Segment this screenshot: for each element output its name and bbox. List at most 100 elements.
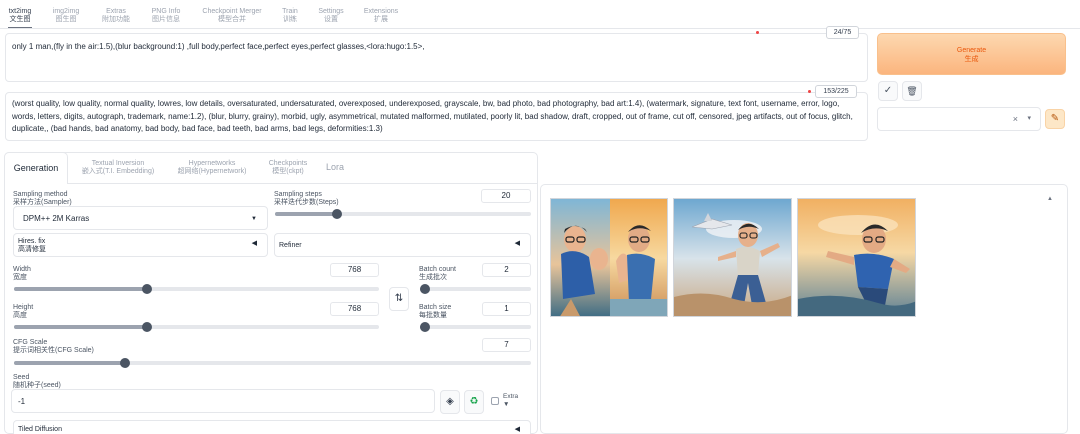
tab-checkpoint-merger[interactable]: Checkpoint Merger 模型合并 bbox=[201, 8, 263, 24]
negative-token-counter: 153/225 bbox=[815, 85, 857, 98]
tab-label: Settings bbox=[318, 8, 344, 15]
app-root: txt2img 文生图 img2img 图生图 Extras 附加功能 PNG … bbox=[0, 0, 1080, 434]
tab-label-zh: 超网络(Hypernetwork) bbox=[177, 168, 247, 175]
apply-style-button[interactable]: ✓ bbox=[878, 81, 898, 101]
tab-label-zh: 模型(ckpt) bbox=[272, 168, 304, 175]
clear-prompt-button[interactable]: 🗑 bbox=[902, 81, 922, 101]
slider-fill bbox=[14, 287, 147, 291]
label-zh: 提示词相关性(CFG Scale) bbox=[13, 346, 94, 354]
height-slider[interactable] bbox=[14, 322, 379, 332]
scroll-up-icon[interactable]: ▲ bbox=[1047, 196, 1053, 202]
width-input[interactable]: 768 bbox=[330, 263, 379, 277]
label-zh: 采样迭代步数(Steps) bbox=[274, 198, 339, 206]
tab-textual-inversion[interactable]: Textual Inversion 嵌入式(T.I. Embedding) bbox=[80, 160, 156, 176]
label-zh: 宽度 bbox=[13, 273, 27, 281]
sampling-steps-slider[interactable] bbox=[275, 209, 531, 219]
slider-handle[interactable] bbox=[142, 322, 152, 332]
tab-lora[interactable]: Lora bbox=[324, 162, 346, 172]
refiner-accordion[interactable]: Refiner ◀ bbox=[274, 233, 531, 257]
trash-icon: 🗑 bbox=[906, 86, 918, 96]
tab-txt2img[interactable]: txt2img 文生图 bbox=[8, 8, 32, 28]
tab-label: Checkpoint Merger bbox=[202, 8, 262, 15]
tiled-diffusion-label: Tiled Diffusion bbox=[18, 426, 62, 433]
image-grid-picture bbox=[551, 199, 667, 316]
height-input[interactable]: 768 bbox=[330, 302, 379, 316]
tab-label: Checkpoints bbox=[268, 160, 308, 167]
slider-handle[interactable] bbox=[420, 284, 430, 294]
hires-fix-accordion[interactable]: Hires. fix 高清修复 ◀ bbox=[13, 233, 268, 257]
tab-label: txt2img bbox=[8, 8, 32, 15]
label-en: CFG Scale bbox=[13, 339, 48, 346]
tab-label-zh: 训练 bbox=[283, 16, 297, 23]
width-label: Width 宽度 bbox=[13, 266, 31, 281]
tab-settings[interactable]: Settings 设置 bbox=[316, 8, 346, 24]
slider-handle[interactable] bbox=[332, 209, 342, 219]
pencil-icon: ✎ bbox=[1050, 113, 1060, 124]
gallery-image-grid[interactable] bbox=[550, 198, 668, 317]
prompt-token-counter: 24/75 bbox=[826, 26, 859, 39]
tab-label-zh: 文生图 bbox=[9, 16, 31, 23]
sampling-steps-input[interactable]: 20 bbox=[481, 189, 531, 203]
slider-fill bbox=[14, 361, 125, 365]
swap-dimensions-button[interactable]: ⇅ bbox=[389, 287, 409, 311]
width-slider[interactable] bbox=[14, 284, 379, 294]
slider-handle[interactable] bbox=[142, 284, 152, 294]
styles-dropdown[interactable]: × ▾ bbox=[877, 107, 1041, 131]
tab-train[interactable]: Train 训练 bbox=[280, 8, 300, 24]
batch-count-input[interactable]: 2 bbox=[482, 263, 531, 277]
tab-img2img[interactable]: img2img 图生图 bbox=[52, 8, 80, 24]
negative-prompt-marker bbox=[808, 90, 811, 93]
random-seed-button[interactable]: ◈ bbox=[440, 390, 460, 414]
cfg-scale-input[interactable]: 7 bbox=[482, 338, 531, 352]
tab-checkpoints[interactable]: Checkpoints 模型(ckpt) bbox=[266, 160, 310, 176]
seed-input[interactable]: -1 bbox=[11, 389, 435, 413]
batch-size-input[interactable]: 1 bbox=[482, 302, 531, 316]
label-en: Seed bbox=[13, 374, 30, 381]
sampling-method-select[interactable]: DPM++ 2M Karras ▼ bbox=[13, 206, 268, 230]
tab-extensions[interactable]: Extensions 扩展 bbox=[362, 8, 400, 24]
tab-label: Lora bbox=[325, 162, 344, 172]
extra-checkbox[interactable] bbox=[491, 397, 499, 405]
negative-prompt-input[interactable]: (worst quality, low quality, normal qual… bbox=[5, 92, 868, 141]
seed-label: Seed 随机种子(seed) bbox=[13, 374, 61, 389]
tab-extras[interactable]: Extras 附加功能 bbox=[100, 8, 132, 24]
reuse-seed-button[interactable]: ♻ bbox=[464, 390, 484, 414]
batch-count-label: Batch count 生成批次 bbox=[419, 266, 456, 281]
prompt-marker bbox=[756, 31, 759, 34]
height-label: Height 高度 bbox=[13, 304, 33, 319]
tab-hypernetworks[interactable]: Hypernetworks 超网络(Hypernetwork) bbox=[172, 160, 252, 176]
collapse-arrow-icon: ◀ bbox=[251, 240, 257, 247]
tab-label: Train bbox=[282, 8, 298, 15]
collapse-arrow-icon: ◀ bbox=[514, 426, 520, 433]
batch-size-slider[interactable] bbox=[420, 322, 531, 332]
recycle-icon: ♻ bbox=[469, 396, 479, 407]
hires-fix-label-zh: 高清修复 bbox=[18, 246, 46, 253]
gallery-image-1[interactable] bbox=[673, 198, 792, 317]
tiled-diffusion-accordion[interactable]: Tiled Diffusion ◀ bbox=[13, 420, 531, 434]
tab-png-info[interactable]: PNG Info 图片信息 bbox=[150, 8, 182, 24]
tab-generation[interactable]: Generation bbox=[4, 152, 68, 184]
generate-label-zh: 生成 bbox=[964, 56, 979, 63]
tab-label: Textual Inversion bbox=[91, 160, 145, 167]
slider-handle[interactable] bbox=[120, 358, 130, 368]
extra-arrow-icon: ▼ bbox=[503, 400, 510, 408]
generate-button[interactable]: Generate 生成 bbox=[877, 33, 1066, 75]
gallery-image-2[interactable] bbox=[797, 198, 916, 317]
tab-label: Generation bbox=[13, 163, 59, 173]
cfg-scale-slider[interactable] bbox=[14, 358, 531, 368]
label-zh: 高度 bbox=[13, 311, 27, 319]
slider-fill bbox=[275, 212, 337, 216]
tab-label: img2img bbox=[52, 8, 80, 15]
edit-styles-button[interactable]: ✎ bbox=[1045, 109, 1065, 129]
dice-icon: ◈ bbox=[446, 396, 454, 407]
slider-handle[interactable] bbox=[420, 322, 430, 332]
label-zh: 生成批次 bbox=[419, 273, 447, 281]
slider-fill bbox=[14, 325, 147, 329]
prompt-input[interactable]: only 1 man,(fly in the air:1.5),(blur ba… bbox=[5, 33, 868, 82]
sampling-method-label: Sampling method 采样方法(Sampler) bbox=[13, 191, 72, 206]
negative-prompt-text: (worst quality, low quality, normal qual… bbox=[12, 99, 853, 133]
batch-count-slider[interactable] bbox=[420, 284, 531, 294]
tab-label-zh: 附加功能 bbox=[102, 16, 130, 23]
clear-icon[interactable]: × bbox=[1013, 114, 1018, 124]
tab-label-zh: 嵌入式(T.I. Embedding) bbox=[81, 168, 155, 175]
